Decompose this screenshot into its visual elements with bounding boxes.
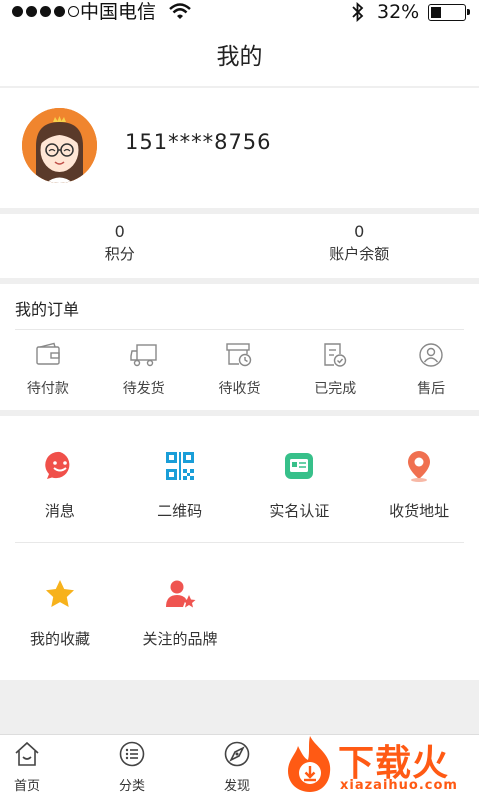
divider — [15, 542, 464, 543]
tool-label: 消息 — [44, 502, 75, 520]
wifi-icon — [169, 3, 191, 19]
battery-icon — [428, 4, 470, 21]
order-after-sales[interactable]: 售后 — [383, 340, 479, 398]
tab-label: 首页 — [13, 779, 40, 794]
watermark-url: xiazaihuo.com — [340, 778, 458, 793]
id-card-icon — [240, 448, 360, 484]
order-label: 待发货 — [122, 381, 165, 397]
tool-label: 收货地址 — [389, 502, 450, 520]
page-title: 我的 — [0, 24, 479, 86]
list-icon — [119, 741, 145, 767]
tab-discover[interactable]: 发现 — [207, 741, 267, 794]
signal-strength-icon — [12, 6, 79, 17]
tools-row: 我的收藏 关注的品牌 — [0, 576, 479, 649]
service-person-icon — [383, 340, 479, 370]
tab-category[interactable]: 分类 — [102, 741, 162, 794]
avatar[interactable] — [22, 108, 97, 183]
user-star-icon — [120, 576, 240, 612]
tool-qrcode[interactable]: 二维码 — [120, 448, 240, 521]
home-icon — [15, 741, 39, 766]
tab-label: 分类 — [118, 779, 145, 794]
truck-icon — [96, 340, 192, 370]
stat-value: 0 — [114, 222, 125, 241]
tool-label: 二维码 — [157, 502, 203, 520]
order-to-receive[interactable]: 待收货 — [192, 340, 288, 398]
girl-avatar-icon — [22, 108, 97, 183]
tools-grid: 消息 二维码 实名认证 收货地址 我的收藏 关注的品牌 — [0, 416, 479, 680]
stat-balance[interactable]: 0 账户余额 — [240, 214, 479, 278]
qrcode-icon — [120, 448, 240, 484]
stat-points[interactable]: 0 积分 — [0, 214, 240, 278]
tool-favorites[interactable]: 我的收藏 — [0, 576, 120, 649]
carrier-name: 中国电信 — [80, 1, 157, 23]
order-label: 售后 — [417, 381, 446, 397]
flame-logo-icon — [288, 736, 331, 792]
tab-home[interactable]: 首页 — [0, 741, 57, 794]
my-orders-section: 我的订单 待付款 待发货 待收货 已完成 售后 — [0, 284, 479, 410]
compass-icon — [224, 741, 250, 767]
order-label: 已完成 — [314, 381, 357, 397]
bluetooth-icon — [352, 2, 364, 22]
tools-row: 消息 二维码 实名认证 收货地址 — [0, 448, 479, 521]
order-label: 待付款 — [26, 381, 69, 397]
stat-label: 账户余额 — [329, 245, 390, 263]
section-title[interactable]: 我的订单 — [15, 296, 79, 320]
check-document-icon — [287, 340, 383, 370]
message-icon — [0, 448, 120, 484]
order-pending-payment[interactable]: 待付款 — [0, 340, 96, 398]
tool-label: 我的收藏 — [29, 630, 90, 648]
status-bar: 中国电信 32% — [0, 0, 479, 24]
battery-percent: 32% — [377, 1, 420, 23]
user-phone: 151****8756 — [125, 130, 272, 154]
divider — [15, 329, 464, 330]
watermark: 下载火 xiazaihuo.com — [282, 734, 479, 796]
tab-label: 发现 — [223, 779, 250, 794]
order-status-row: 待付款 待发货 待收货 已完成 售后 — [0, 340, 479, 398]
tool-label: 实名认证 — [269, 502, 330, 520]
package-clock-icon — [192, 340, 288, 370]
stat-label: 积分 — [104, 245, 135, 263]
profile-card[interactable]: 151****8756 — [0, 88, 479, 208]
tool-real-name-auth[interactable]: 实名认证 — [240, 448, 360, 521]
account-stats: 0 积分 0 账户余额 — [0, 214, 479, 278]
order-label: 待收货 — [218, 381, 261, 397]
star-icon — [0, 576, 120, 612]
stat-value: 0 — [354, 222, 365, 241]
order-to-ship[interactable]: 待发货 — [96, 340, 192, 398]
wallet-icon — [0, 340, 96, 370]
location-pin-icon — [359, 448, 479, 484]
tool-messages[interactable]: 消息 — [0, 448, 120, 521]
tool-followed-brands[interactable]: 关注的品牌 — [120, 576, 240, 649]
tool-label: 关注的品牌 — [142, 630, 218, 648]
order-completed[interactable]: 已完成 — [287, 340, 383, 398]
tool-shipping-address[interactable]: 收货地址 — [359, 448, 479, 521]
